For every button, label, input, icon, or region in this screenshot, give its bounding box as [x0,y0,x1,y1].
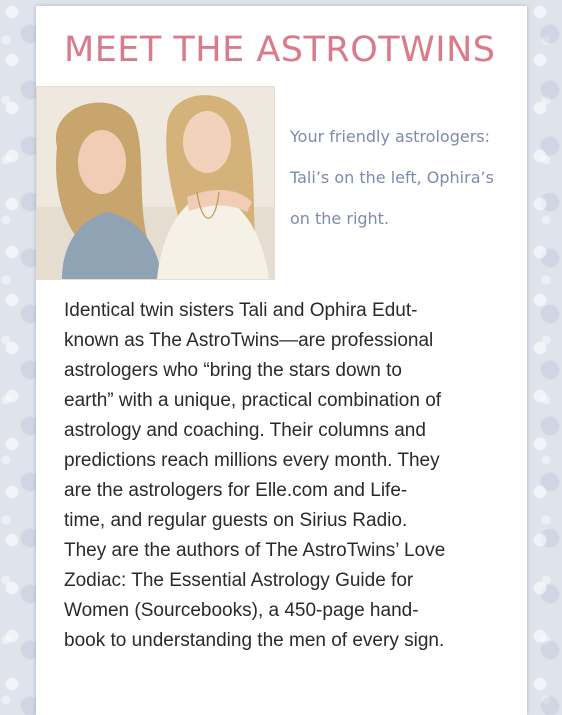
bio-line: Women (Sourcebooks), a 450-page hand- [64,600,419,621]
astrotwins-photo [36,86,275,280]
right-face-shape [183,111,231,173]
bio-line: book to understanding the men of every s… [64,630,445,651]
content-card: MEET THE ASTROTWINS Your friendly astrol… [36,6,527,715]
page-title: MEET THE ASTROTWINS [64,30,496,70]
bio-line: known as The AstroTwins—are professional [64,330,434,351]
photo-illustration [37,87,274,279]
bio-line: time, and regular guests on Sirius Radio… [64,510,408,531]
bio-line: are the astrologers for Elle.com and Lif… [64,480,408,501]
bio-paragraph: Identical twin sisters Tali and Ophira E… [64,296,504,656]
bio-line: They are the authors of The AstroTwins’ … [64,540,446,561]
bio-line: earth” with a unique, practical combinat… [64,390,442,411]
caption-line: on the right. [290,209,390,228]
caption-line: Tali’s on the left, Ophira’s [290,168,494,187]
bio-line: Identical twin sisters Tali and Ophira E… [64,300,418,321]
caption-line: Your friendly astrologers: [290,127,491,146]
photo-caption: Your friendly astrologers: Tali’s on the… [290,116,510,239]
left-face-shape [78,130,126,194]
bio-line: Zodiac: The Essential Astrology Guide fo… [64,570,414,591]
bio-line: astrologers who “bring the stars down to [64,360,402,381]
bio-line: predictions reach millions every month. … [64,450,440,471]
bio-line: astrology and coaching. Their columns an… [64,420,426,441]
